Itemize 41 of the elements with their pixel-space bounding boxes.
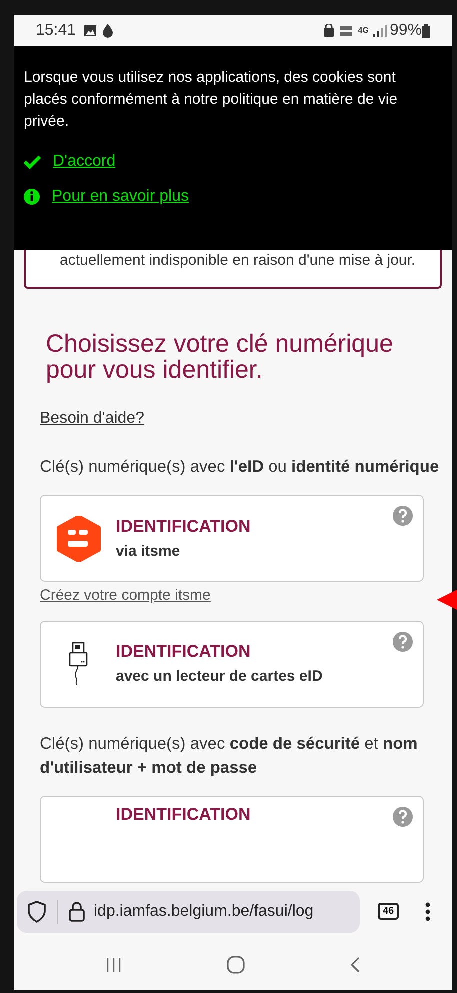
home-icon[interactable] (226, 956, 245, 974)
network-label: 4G (358, 26, 369, 34)
section-title: Clé(s) numérique(s) avec l'eID ou identité numérique (40, 457, 440, 478)
back-icon[interactable] (350, 957, 360, 973)
tab-count-button[interactable]: 46 (378, 903, 400, 920)
url-text: idp.iamfas.belgium.be/fasui/log (94, 902, 314, 922)
help-icon[interactable] (393, 506, 413, 526)
check-icon (24, 155, 41, 169)
section-title: Clé(s) numérique(s) avec code de sécurité et nom d'utilisateur + mot de passe (40, 734, 419, 778)
option-title: IDENTIFICATION (116, 641, 252, 663)
option-title: IDENTIFICATION (116, 804, 251, 826)
battery-icon (422, 24, 430, 38)
menu-icon[interactable] (425, 902, 432, 922)
battery-percent: 99% (390, 20, 422, 40)
help-icon[interactable] (393, 806, 413, 826)
info-icon (24, 189, 40, 205)
signal-icon (372, 24, 387, 36)
shield-icon (27, 900, 47, 922)
info-link[interactable]: Pour en savoir plus (52, 185, 189, 209)
identification-card[interactable]: IDENTIFICATION via itsme (40, 495, 424, 582)
accept-link[interactable]: D'accord (53, 150, 116, 174)
create-account-link[interactable]: Créez votre compte itsme (40, 585, 211, 608)
cookie-message: Lorsque vous utilisez nos applications, des cookies sont placés conformément à notre politique en matière de vie privée. (24, 68, 399, 132)
lock-icon (324, 24, 334, 37)
option-subtitle: via itsme (116, 542, 182, 562)
help-link[interactable]: Besoin d'aide? (40, 407, 144, 431)
option-subtitle: avec un lecteur de cartes eID (116, 667, 323, 687)
alert-text: actuellement indisponible en raison d'une mise à jour. (60, 251, 417, 271)
image-icon (84, 24, 98, 36)
identification-card[interactable]: IDENTIFICATION (40, 796, 424, 882)
help-icon[interactable] (393, 632, 413, 652)
card-reader-icon (66, 642, 90, 686)
page-heading: Choisissez votre clé numérique pour vous identifier. (45, 331, 394, 383)
pointer-arrow-icon (437, 590, 457, 610)
lock-icon (68, 900, 86, 922)
status-time: 15:41 (36, 20, 76, 40)
recent-apps-icon[interactable] (106, 957, 122, 973)
drop-icon (103, 24, 114, 38)
url-field[interactable]: idp.iamfas.belgium.be/fasui/log (17, 890, 360, 932)
identification-card[interactable]: IDENTIFICATION avec un lecteur de cartes eID (40, 620, 424, 708)
option-title: IDENTIFICATION (116, 516, 251, 538)
